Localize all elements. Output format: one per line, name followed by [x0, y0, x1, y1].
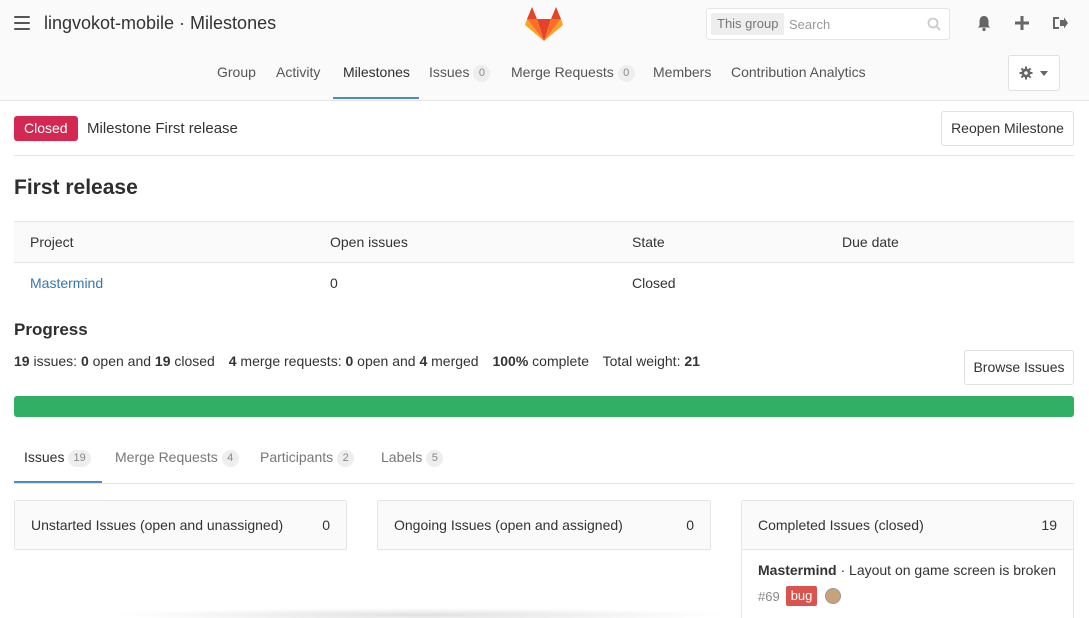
milestone-tabs: Issues 19 Merge Requests 4 Participants 2 L… — [14, 440, 1074, 484]
issues-total: 19 — [14, 353, 30, 369]
column-header-state: State — [632, 234, 665, 250]
group-nav: Group Activity Milestones Issues 0 Merge … — [0, 50, 1089, 100]
panel-count: 19 — [1041, 517, 1057, 533]
caret-down-icon — [1040, 71, 1048, 76]
browse-issues-button[interactable]: Browse Issues — [964, 350, 1074, 385]
column-header-project: Project — [30, 234, 74, 250]
assignee-avatar[interactable] — [825, 588, 842, 604]
issue-card[interactable]: Mastermind · Layout on game screen is br… — [742, 550, 1073, 618]
milestone-reference: Milestone First release — [87, 120, 238, 137]
drag-shadow — [110, 608, 730, 618]
state-value: Closed — [632, 275, 676, 291]
issue-title-line: Mastermind · Layout on game screen is br… — [758, 562, 1057, 578]
nav-merge-requests[interactable]: Merge Requests 0 — [511, 64, 635, 82]
sign-out-icon[interactable] — [1051, 14, 1069, 32]
panel-title: Ongoing Issues (open and assigned) — [394, 517, 623, 533]
table-row: Mastermind 0 Closed — [14, 263, 1074, 304]
issue-meta: #69 bug — [758, 586, 1057, 606]
project-link[interactable]: Mastermind — [30, 275, 103, 291]
nav-activity[interactable]: Activity — [276, 64, 320, 80]
plus-icon[interactable] — [1013, 14, 1031, 32]
tab-participants-label: Participants — [260, 449, 334, 465]
unstarted-issues-panel: Unstarted Issues (open and unassigned) 0 — [14, 500, 347, 550]
nav-issues-label: Issues — [429, 64, 470, 80]
progress-heading: Progress — [14, 320, 88, 339]
panel-title: Unstarted Issues (open and unassigned) — [31, 517, 284, 533]
issues-closed: 19 — [154, 353, 171, 369]
mr-merged: 4 — [419, 353, 428, 369]
tab-issues-label: Issues — [24, 449, 65, 465]
table-header-row: Project Open issues State Due date — [14, 221, 1074, 263]
mr-open: 0 — [345, 353, 354, 369]
nav-contribution-analytics[interactable]: Contribution Analytics — [731, 64, 866, 80]
page-header-title[interactable]: lingvokot-mobile · Milestones — [44, 13, 276, 34]
progress-bar-fill — [14, 396, 1074, 417]
nav-group[interactable]: Group — [217, 64, 256, 80]
tab-labels-count: 5 — [426, 450, 444, 467]
issue-project[interactable]: Mastermind — [758, 562, 837, 578]
nav-merge-requests-label: Merge Requests — [511, 64, 614, 80]
nav-merge-requests-count: 0 — [617, 65, 635, 82]
search-scope-badge[interactable]: This group — [711, 13, 785, 35]
gitlab-logo[interactable] — [525, 6, 563, 42]
panel-count: 0 — [686, 517, 694, 533]
nav-issues[interactable]: Issues 0 — [429, 64, 491, 82]
nav-issues-count: 0 — [473, 65, 491, 82]
search-input[interactable]: Search — [789, 17, 830, 32]
mr-total: 4 — [228, 353, 237, 369]
tab-issues-count: 19 — [68, 450, 91, 467]
tab-labels[interactable]: Labels 5 — [381, 449, 444, 467]
tab-merge-requests[interactable]: Merge Requests 4 — [115, 449, 239, 467]
issues-open: 0 — [80, 353, 89, 369]
reopen-milestone-button[interactable]: Reopen Milestone — [941, 111, 1074, 146]
page-title: First release — [14, 176, 138, 199]
tab-participants[interactable]: Participants 2 — [260, 449, 355, 467]
open-issues-value: 0 — [330, 275, 338, 291]
column-header-open-issues: Open issues — [330, 234, 408, 250]
tab-issues[interactable]: Issues 19 — [24, 449, 91, 467]
tab-labels-label: Labels — [381, 449, 423, 465]
progress-bar — [14, 396, 1074, 417]
percent-complete: 100% — [492, 353, 529, 369]
settings-dropdown-button[interactable] — [1008, 55, 1060, 91]
tab-merge-requests-label: Merge Requests — [115, 449, 218, 465]
gear-icon — [1019, 66, 1033, 80]
total-weight: 21 — [684, 353, 700, 369]
panel-count: 0 — [322, 517, 330, 533]
projects-table: Project Open issues State Due date Maste… — [14, 221, 1074, 304]
tab-active-indicator — [14, 481, 102, 483]
panel-header: Unstarted Issues (open and unassigned) 0 — [15, 501, 346, 549]
tab-merge-requests-count: 4 — [221, 450, 239, 467]
search-box[interactable]: This group Search — [706, 8, 950, 40]
issue-title[interactable]: Layout on game screen is broken — [849, 562, 1056, 578]
issue-label[interactable]: bug — [785, 586, 818, 606]
divider — [14, 155, 1074, 156]
issue-number[interactable]: #69 — [758, 589, 780, 604]
completed-issues-panel: Completed Issues (closed) 19 Mastermind … — [741, 500, 1074, 618]
menu-icon[interactable] — [14, 16, 30, 30]
tab-participants-count: 2 — [337, 450, 355, 467]
status-badge: Closed — [14, 116, 78, 141]
column-header-due-date: Due date — [842, 234, 899, 250]
progress-stats: 19 issues: 0 open and 19 closed 4 merge … — [14, 353, 700, 369]
panel-header: Ongoing Issues (open and assigned) 0 — [378, 501, 710, 549]
bell-icon[interactable] — [975, 14, 993, 32]
nav-members[interactable]: Members — [653, 64, 711, 80]
ongoing-issues-panel: Ongoing Issues (open and assigned) 0 — [377, 500, 711, 550]
search-icon — [927, 17, 941, 31]
panel-header: Completed Issues (closed) 19 — [742, 501, 1073, 550]
nav-milestones[interactable]: Milestones — [343, 64, 410, 80]
nav-active-indicator — [333, 97, 419, 99]
top-header: lingvokot-mobile · Milestones This group… — [0, 0, 1089, 101]
panel-title: Completed Issues (closed) — [758, 517, 924, 533]
